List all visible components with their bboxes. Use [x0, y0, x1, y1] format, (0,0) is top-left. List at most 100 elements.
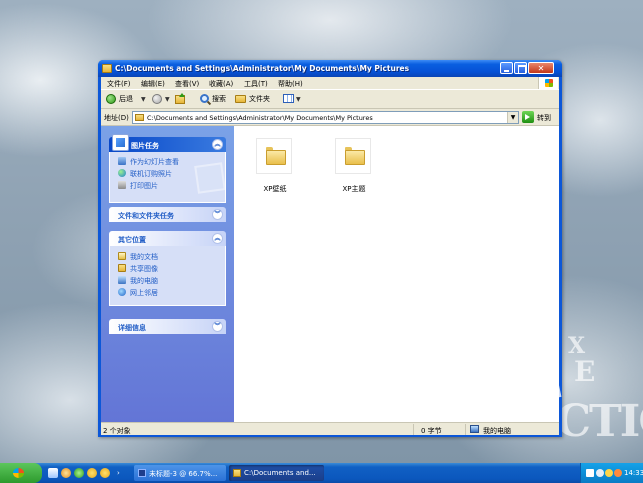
taskbar-explorer-label: C:\Documents and... — [244, 469, 316, 477]
quicklaunch-icon[interactable] — [100, 468, 110, 478]
other-places-header[interactable]: 其它位置 ︽ — [109, 231, 226, 246]
back-button[interactable]: 后退 — [119, 94, 133, 104]
status-size: 0 字节 — [421, 427, 442, 435]
folder-name: XP主题 — [342, 185, 366, 193]
maximize-button[interactable] — [514, 62, 527, 74]
show-desktop-icon[interactable] — [48, 468, 58, 478]
go-arrow-icon — [522, 111, 534, 123]
forward-icon[interactable] — [152, 94, 162, 104]
place-network[interactable]: 网上邻居 — [110, 286, 225, 298]
back-dropdown-icon[interactable]: ▼ — [141, 96, 146, 103]
forward-dropdown-icon[interactable]: ▼ — [165, 96, 170, 103]
slideshow-icon — [118, 157, 126, 165]
folders-icon[interactable] — [235, 95, 246, 103]
picture-tasks-title: 图片任务 — [131, 142, 159, 150]
collapse-chevron-icon[interactable]: ︽ — [212, 233, 223, 244]
tray-network-icon[interactable] — [605, 469, 613, 477]
place-my-computer[interactable]: 我的电脑 — [110, 274, 225, 286]
taskbar-explorer[interactable]: C:\Documents and... — [229, 465, 324, 481]
address-dropdown-icon[interactable]: ▼ — [507, 112, 518, 123]
file-tasks-header[interactable]: 文件和文件夹任务 ︾ — [109, 207, 226, 222]
expand-chevron-icon[interactable]: ︾ — [212, 321, 223, 332]
search-button[interactable]: 搜索 — [212, 94, 226, 104]
place-my-documents[interactable]: 我的文档 — [110, 250, 225, 262]
folder-item[interactable]: XP主题 — [321, 130, 387, 210]
picture-tasks-body: 作为幻灯片查看 联机订购照片 打印图片 — [109, 152, 226, 203]
task-label: 作为幻灯片查看 — [130, 158, 179, 166]
network-icon — [118, 288, 126, 296]
start-button[interactable] — [0, 463, 42, 483]
address-field[interactable]: C:\Documents and Settings\Administrator\… — [132, 111, 519, 124]
windows-logo-icon — [538, 77, 558, 89]
address-bar: 地址(D) C:\Documents and Settings\Administ… — [101, 109, 559, 126]
title-bar[interactable]: C:\Documents and Settings\Administrator\… — [98, 60, 562, 77]
folder-icon — [135, 114, 144, 121]
views-icon[interactable] — [283, 94, 294, 103]
explorer-window: C:\Documents and Settings\Administrator\… — [98, 60, 562, 437]
other-places-panel: 其它位置 ︽ 我的文档 共享图像 我的电脑 网上邻居 — [109, 231, 226, 306]
file-tasks-panel: 文件和文件夹任务 ︾ — [109, 207, 226, 222]
taskbar-photoshop[interactable]: 未标题-3 @ 66.7%... — [134, 465, 226, 481]
close-button[interactable]: ✕ — [528, 62, 554, 74]
menu-view[interactable]: 查看(V) — [175, 79, 199, 89]
file-list: XP壁纸 XP主题 — [234, 126, 562, 422]
menu-help[interactable]: 帮助(H) — [278, 79, 303, 89]
go-label: 转到 — [537, 114, 551, 122]
task-label: 联机订购照片 — [130, 170, 172, 178]
views-dropdown-icon[interactable]: ▼ — [296, 96, 301, 103]
place-label: 我的文档 — [130, 253, 158, 261]
chevron-right-icon[interactable]: › — [117, 468, 127, 478]
up-folder-icon[interactable] — [175, 93, 185, 104]
picture-watermark-icon — [466, 318, 562, 414]
content-area: 图片任务 ︽ 作为幻灯片查看 联机订购照片 打印图片 文件和文件夹任务 ︾ 其它… — [101, 126, 562, 422]
tray-speaker-icon[interactable] — [596, 469, 604, 477]
address-value: C:\Documents and Settings\Administrator\… — [147, 114, 373, 122]
folder-icon — [335, 138, 371, 174]
menu-tools[interactable]: 工具(T) — [244, 79, 268, 89]
window-title: C:\Documents and Settings\Administrator\… — [115, 64, 410, 73]
messenger-icon[interactable] — [74, 468, 84, 478]
status-divider — [465, 424, 466, 435]
status-divider — [413, 424, 414, 435]
folder-name: XP壁纸 — [263, 185, 287, 193]
tray-security-icon[interactable] — [614, 469, 622, 477]
minimize-button[interactable] — [500, 62, 513, 74]
menu-favorites[interactable]: 收藏(A) — [209, 79, 233, 89]
my-computer-icon — [470, 425, 479, 433]
media-icon[interactable] — [87, 468, 97, 478]
back-icon[interactable] — [106, 94, 116, 104]
menu-edit[interactable]: 编辑(E) — [141, 79, 165, 89]
picture-tasks-header[interactable]: 图片任务 ︽ — [109, 134, 226, 152]
folder-item[interactable]: XP壁纸 — [242, 130, 308, 210]
wallpaper-letter-e: E — [574, 355, 596, 388]
my-computer-icon — [118, 276, 126, 284]
menu-bar: 文件(F) 编辑(E) 查看(V) 收藏(A) 工具(T) 帮助(H) — [101, 77, 559, 89]
folders-button[interactable]: 文件夹 — [249, 94, 270, 104]
file-tasks-title: 文件和文件夹任务 — [118, 212, 174, 220]
minimize-icon — [501, 63, 512, 73]
collapse-chevron-icon[interactable]: ︽ — [212, 139, 223, 150]
place-label: 我的电脑 — [130, 277, 158, 285]
firefox-icon[interactable] — [61, 468, 71, 478]
address-label: 地址(D) — [104, 114, 129, 122]
system-tray: 14:33 — [580, 463, 643, 483]
shared-pictures-icon — [118, 264, 126, 272]
clock: 14:33 — [624, 469, 643, 477]
expand-chevron-icon[interactable]: ︾ — [212, 209, 223, 220]
go-button[interactable]: 转到 — [522, 111, 556, 124]
place-shared-pictures[interactable]: 共享图像 — [110, 262, 225, 274]
taskbar-photoshop-label: 未标题-3 @ 66.7%... — [149, 470, 218, 478]
status-object-count: 2 个对象 — [103, 427, 131, 435]
search-icon[interactable] — [200, 94, 209, 103]
wallpaper-letters-ctic: CTIC — [556, 396, 643, 447]
other-places-body: 我的文档 共享图像 我的电脑 网上邻居 — [109, 246, 226, 306]
maximize-icon — [515, 63, 526, 74]
task-label: 打印图片 — [130, 182, 158, 190]
tray-app-icon[interactable] — [586, 469, 594, 477]
menu-file[interactable]: 文件(F) — [107, 79, 131, 89]
status-bar: 2 个对象 0 字节 我的电脑 — [101, 422, 559, 435]
toolbar: 后退 ▼ ▼ 搜索 文件夹 ▼ — [101, 89, 559, 109]
photoshop-icon — [138, 469, 146, 477]
details-header[interactable]: 详细信息 ︾ — [109, 319, 226, 334]
picture-watermark-icon — [194, 162, 226, 194]
